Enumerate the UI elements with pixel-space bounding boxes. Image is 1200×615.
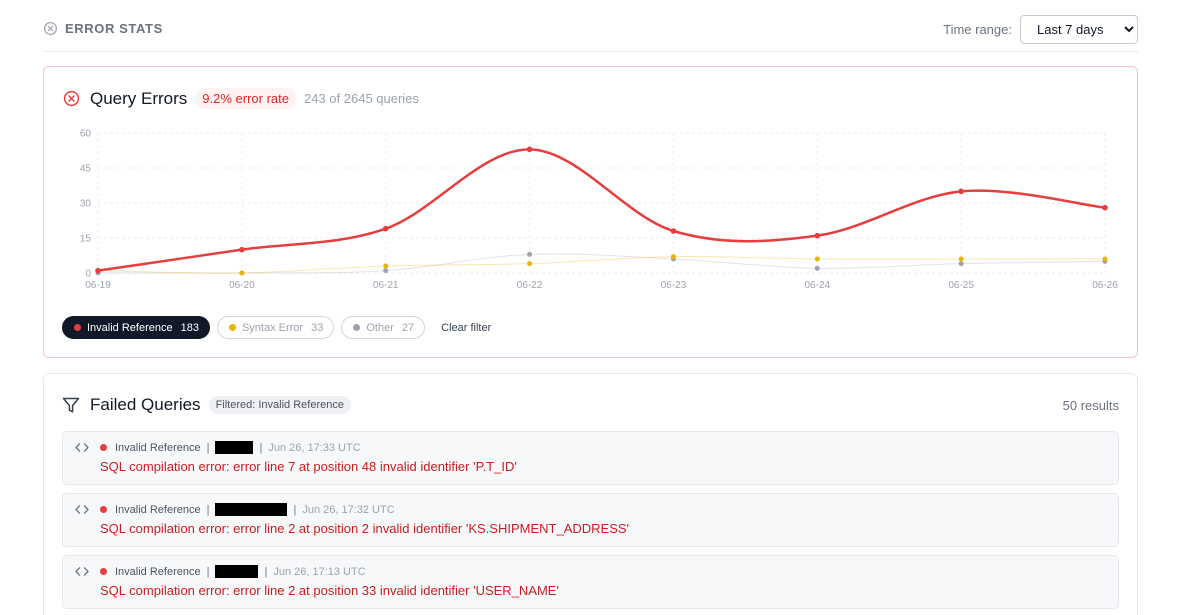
data-point-syntax-error (814, 256, 820, 262)
redacted-block (215, 441, 254, 454)
row-meta: Invalid Reference | | Jun 26, 17:13 UTC (100, 565, 366, 578)
data-point-other (527, 251, 533, 257)
failed-queries-title: Failed Queries (90, 395, 201, 414)
legend-dot (74, 324, 81, 331)
row-timestamp: Jun 26, 17:33 UTC (268, 441, 361, 454)
legend-count: 27 (401, 321, 415, 334)
clear-filter-link[interactable]: Clear filter (441, 322, 491, 334)
separator: | (293, 503, 297, 516)
row-timestamp: Jun 26, 17:32 UTC (302, 503, 395, 516)
legend-dot (228, 324, 236, 331)
error-stats-header: ERROR STATS Time range: Last 7 days (43, 14, 1138, 52)
failed-queries-card: Failed Queries Filtered: Invalid Referen… (43, 373, 1138, 615)
redacted-block (215, 503, 288, 516)
y-tick-label: 60 (80, 129, 92, 140)
results-count: 50 results (1062, 398, 1119, 413)
x-tick-label: 06-22 (517, 280, 543, 291)
row-meta: Invalid Reference | | Jun 26, 17:32 UTC (100, 503, 395, 516)
filter-badge: Filtered: Invalid Reference (208, 396, 351, 414)
row-error-message: SQL compilation error: error line 7 at p… (100, 459, 517, 474)
code-icon (75, 505, 89, 514)
x-tick-label: 06-20 (229, 280, 255, 291)
series-line-other (97, 253, 1106, 274)
separator: | (206, 565, 210, 578)
filter-icon (62, 397, 80, 413)
data-point-invalid-reference (95, 267, 101, 274)
data-point-invalid-reference (239, 246, 245, 253)
separator: | (206, 441, 210, 454)
code-icon (75, 567, 89, 576)
data-point-other (814, 265, 820, 271)
x-tick-label: 06-25 (948, 280, 974, 291)
legend-count: 33 (311, 321, 324, 334)
row-timestamp: Jun 26, 17:13 UTC (273, 565, 366, 578)
data-point-invalid-reference (526, 146, 533, 153)
legend-chip-invalid-reference[interactable]: Invalid Reference 183 (62, 316, 210, 339)
row-error-type: Invalid Reference (115, 441, 201, 454)
section-title: ERROR STATS (43, 21, 163, 36)
status-dot (100, 506, 107, 513)
failed-queries-header: Failed Queries Filtered: Invalid Referen… (62, 395, 351, 415)
row-error-type: Invalid Reference (115, 503, 201, 516)
error-chart: 0 15 30 45 60 06-19 06-20 06-21 06-22 06-23 06-24 0… (80, 129, 1118, 292)
data-point-syntax-error (383, 263, 389, 269)
data-point-invalid-reference (958, 188, 964, 195)
row-error-type: Invalid Reference (115, 565, 201, 578)
data-point-syntax-error (958, 256, 964, 262)
legend-count: 183 (180, 321, 199, 334)
row-error-message: SQL compilation error: error line 2 at p… (100, 583, 559, 598)
data-point-syntax-error (527, 261, 533, 267)
data-point-invalid-reference (1102, 204, 1108, 211)
data-point-syntax-error (1102, 256, 1108, 262)
data-point-other (958, 261, 964, 267)
legend-chip-syntax-error[interactable]: Syntax Error 33 (216, 316, 335, 339)
x-tick-label: 06-24 (804, 280, 830, 291)
x-tick-label: 06-19 (85, 280, 111, 291)
status-dot (100, 568, 107, 575)
legend-label: Other (366, 321, 394, 334)
y-tick-label: 45 (80, 164, 92, 175)
legend-label: Invalid Reference (87, 321, 173, 334)
time-range-label: Time range: (943, 22, 1012, 37)
chart-legend: Invalid Reference 183 Syntax Error 33 Ot… (62, 316, 491, 339)
legend-label: Syntax Error (241, 321, 304, 334)
query-errors-card: Query Errors 9.2% error rate 243 of 2645… (43, 66, 1138, 358)
failed-query-row[interactable]: Invalid Reference | | Jun 26, 17:13 UTC … (62, 555, 1119, 609)
separator: | (264, 565, 268, 578)
row-error-message: SQL compilation error: error line 2 at p… (100, 521, 630, 536)
data-point-invalid-reference (814, 232, 821, 239)
time-range-select[interactable]: Last 7 days (1020, 15, 1138, 44)
x-tick-label: 06-21 (373, 280, 399, 291)
code-icon (75, 443, 89, 452)
close-circle-icon (43, 21, 58, 36)
redacted-block (215, 565, 259, 578)
section-title-text: ERROR STATS (65, 21, 163, 36)
y-tick-label: 30 (80, 199, 92, 210)
status-dot (100, 444, 107, 451)
data-point-other (383, 268, 389, 274)
separator: | (206, 503, 210, 516)
data-point-invalid-reference (382, 225, 389, 232)
failed-query-row[interactable]: Invalid Reference | | Jun 26, 17:33 UTC … (62, 431, 1119, 485)
separator: | (259, 441, 263, 454)
x-tick-label: 06-26 (1092, 280, 1118, 291)
data-point-invalid-reference (670, 228, 677, 234)
failed-query-row[interactable]: Invalid Reference | | Jun 26, 17:32 UTC … (62, 493, 1119, 547)
data-point-syntax-error (239, 270, 245, 276)
data-point-syntax-error (670, 254, 676, 260)
series-line-syntax-error (97, 256, 1105, 274)
legend-dot (353, 324, 361, 331)
time-range: Time range: Last 7 days (943, 15, 1138, 44)
legend-chip-other[interactable]: Other 27 (341, 316, 426, 339)
y-tick-label: 0 (85, 269, 91, 280)
y-tick-label: 15 (80, 234, 92, 245)
row-meta: Invalid Reference | | Jun 26, 17:33 UTC (100, 441, 361, 454)
x-tick-label: 06-23 (661, 280, 687, 291)
failed-query-list: Invalid Reference | | Jun 26, 17:33 UTC … (62, 431, 1119, 615)
